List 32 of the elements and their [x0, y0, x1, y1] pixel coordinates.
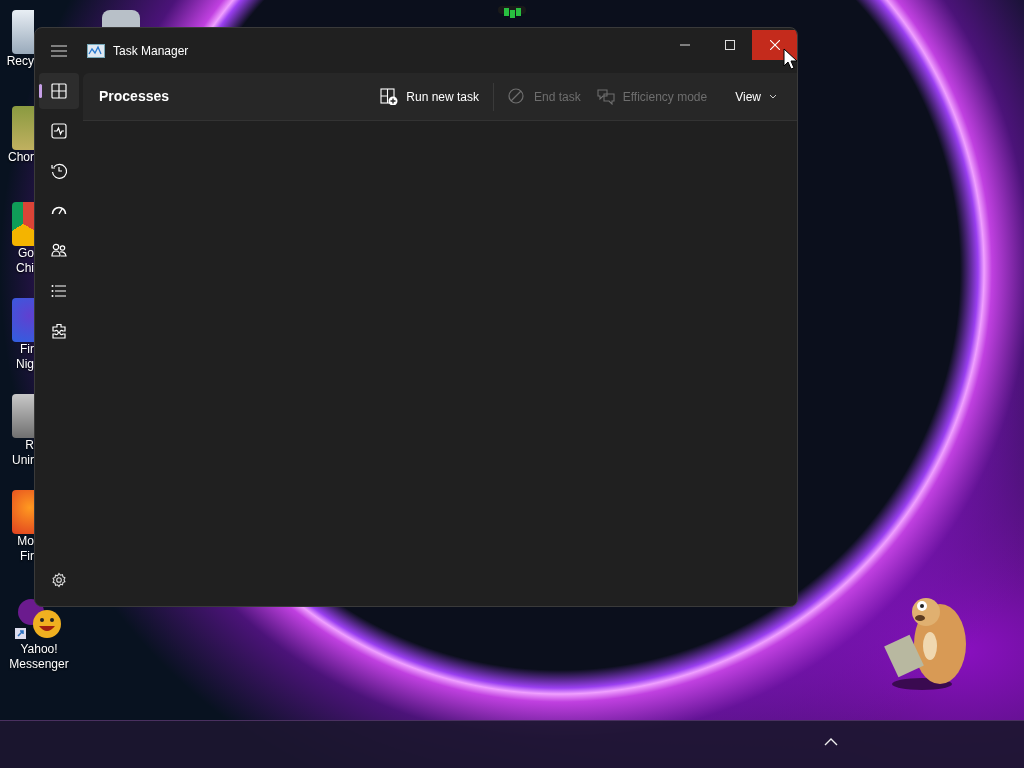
- desktop-icon-label[interactable]: Yahoo! Messenger: [9, 642, 69, 672]
- desktop-icon-label[interactable]: Chor: [8, 150, 34, 165]
- desktop-icon-label[interactable]: Mo Fir: [17, 534, 34, 564]
- desktop-icon-label[interactable]: R Unir: [12, 438, 34, 468]
- clock-icon: [51, 163, 67, 179]
- desktop-icon-label[interactable]: Recy: [6, 54, 34, 69]
- settings-icon: [51, 572, 67, 588]
- puzzle-icon: [51, 323, 67, 339]
- desktop-icon[interactable]: [102, 10, 140, 27]
- close-button[interactable]: [752, 30, 797, 60]
- mouse-cursor-icon: [783, 48, 797, 70]
- add-window-icon: [380, 88, 399, 105]
- window-title: Task Manager: [113, 42, 189, 60]
- sidebar-tab[interactable]: [39, 73, 79, 109]
- pulse-icon: [51, 123, 67, 139]
- maximize-icon: [724, 40, 735, 50]
- desktop-icon-label[interactable]: Fir Nig: [16, 342, 34, 372]
- app-icon: [87, 43, 105, 58]
- close-icon: [769, 40, 780, 50]
- grid-icon: [51, 83, 67, 99]
- view-menu-button[interactable]: View: [727, 81, 785, 112]
- chevron-up-icon[interactable]: [823, 737, 839, 747]
- device-icon: [498, 6, 526, 18]
- prohibited-icon: [508, 88, 526, 105]
- list-icon: [51, 283, 67, 299]
- menu-icon: [51, 44, 67, 57]
- page-title: Processes: [99, 87, 170, 106]
- toolbar-button[interactable]: Run new task: [372, 81, 487, 112]
- desktop-icon-label[interactable]: Go Chi: [16, 246, 34, 276]
- people-icon: [51, 243, 67, 259]
- caret-icon: [769, 94, 777, 99]
- app-shortcut-icon[interactable]: [12, 394, 34, 438]
